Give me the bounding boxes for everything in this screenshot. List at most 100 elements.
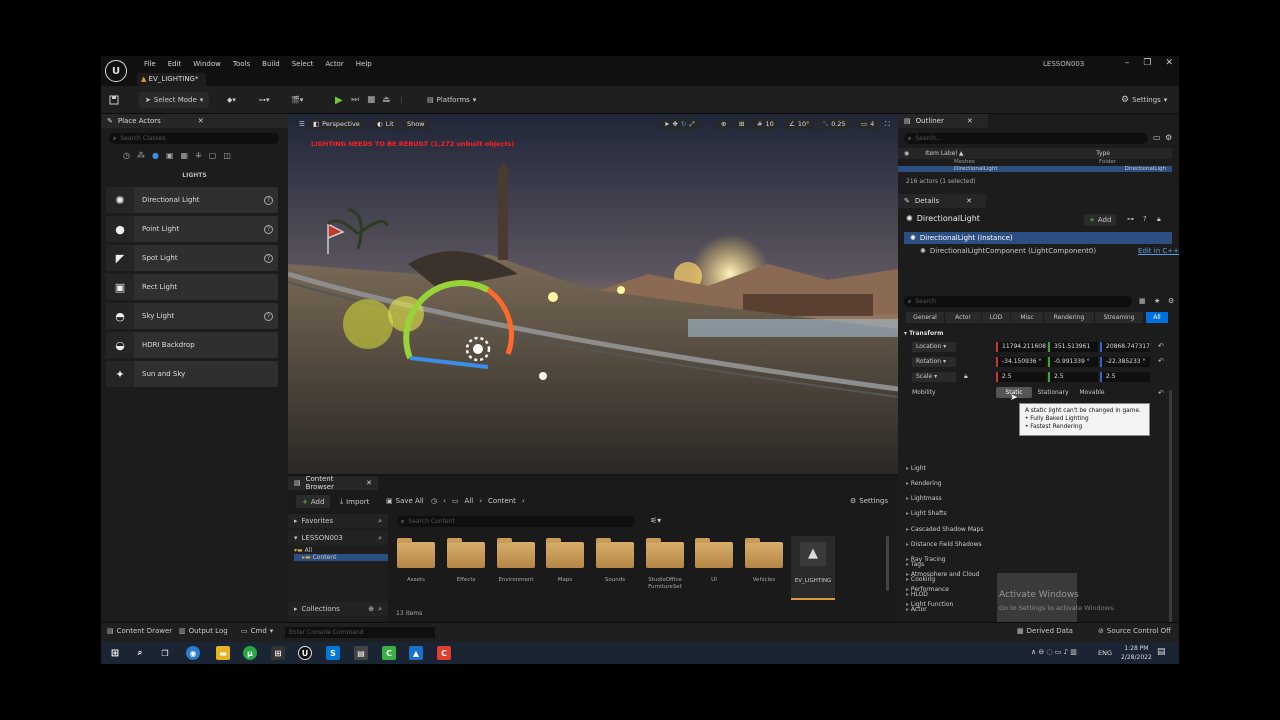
source-control-button[interactable]: ⊘ Source Control Off (1098, 627, 1171, 635)
folder-effects[interactable]: Effects (446, 538, 486, 584)
content-browser-tab[interactable]: ▤ Content Browser ✕ (288, 475, 378, 491)
file-explorer-icon[interactable]: ▬ (216, 646, 230, 660)
folder-maps[interactable]: Maps (545, 538, 585, 584)
cinematic-icon[interactable]: ▦ (181, 151, 189, 160)
category-distance-field-shadows[interactable]: Distance Field Shadows (906, 541, 982, 548)
move-tool-icon[interactable]: ✥ (672, 120, 677, 128)
maximize-viewport-icon[interactable]: ⛶ (880, 118, 895, 130)
close-tab-icon[interactable]: ✕ (366, 479, 372, 487)
menu-build[interactable]: Build (256, 58, 286, 70)
language-indicator[interactable]: ENG (1098, 649, 1112, 657)
browser-icon[interactable]: ◉ (186, 646, 200, 660)
actor-hdri-backdrop[interactable]: ◒ HDRI Backdrop (106, 332, 278, 358)
lock-icon[interactable]: 🔒︎ (964, 372, 968, 381)
category-light-shafts[interactable]: Light Shafts (906, 510, 947, 517)
lights-category-icon[interactable]: ● (152, 151, 159, 160)
windows-start-icon[interactable]: ⊞ (108, 646, 122, 660)
level-tab[interactable]: ▲ EV_LIGHTING* (137, 73, 207, 86)
perspective-button[interactable]: ◧ Perspective (308, 118, 365, 130)
favorites-header[interactable]: ▸ Favorites ⌕ (288, 514, 388, 528)
filter-misc[interactable]: Misc (1011, 312, 1043, 323)
stop-icon[interactable]: ■ (367, 92, 376, 108)
save-icon[interactable] (109, 92, 119, 108)
category-lightmass[interactable]: Lightmass (906, 495, 942, 502)
folder-ui[interactable]: UI (694, 538, 734, 584)
blueprint-icon[interactable]: ⊶ (1127, 215, 1134, 223)
scale-snap-button[interactable]: ⤡ 0.25 (818, 118, 851, 130)
filter-lod[interactable]: LOD (982, 312, 1010, 323)
filter-streaming[interactable]: Streaming (1095, 312, 1143, 323)
menu-help[interactable]: Help (350, 58, 378, 70)
help-icon[interactable]: ? (1143, 215, 1147, 223)
gear-icon[interactable]: ⚙ (1168, 297, 1174, 305)
search-icon[interactable]: ⌕ (378, 517, 382, 526)
reset-icon[interactable]: ↶ (1158, 389, 1164, 397)
level-viewport[interactable]: ☰ ◧ Perspective ◐ Lit Show ➤ ✥ ↻ ⤢ ⊕ ⊞ #10 ∠ 1… (288, 114, 898, 474)
category-light[interactable]: Light (906, 465, 926, 472)
details-search-input[interactable]: ⌕ Search (904, 296, 1132, 307)
unreal-logo-icon[interactable]: U (105, 60, 127, 82)
derived-data-button[interactable]: ▦ Derived Data (1017, 627, 1073, 635)
unreal-taskbar-icon[interactable]: U (298, 646, 312, 660)
help-icon[interactable]: ? (264, 195, 273, 205)
mobility-movable[interactable]: Movable (1074, 387, 1110, 398)
mobility-stationary[interactable]: Stationary (1032, 387, 1074, 398)
table-view-icon[interactable]: ▦ (1139, 297, 1146, 305)
search-icon[interactable]: ⌕ (133, 646, 147, 660)
maximize-button[interactable]: ❐ (1143, 58, 1151, 68)
scale-y-field[interactable]: 2.5 (1048, 372, 1098, 382)
help-icon[interactable]: ? (264, 253, 273, 263)
close-button[interactable]: ✕ (1165, 58, 1173, 68)
gear-icon[interactable]: ⚙ (1165, 133, 1172, 142)
shapes-icon[interactable]: ▣ (166, 151, 174, 160)
folder-studio-office[interactable]: StudioOffice FurnitureSet (645, 538, 685, 591)
system-tray-icons[interactable]: ∧ ⊖ ◌ ▭ ♪ ▥ (1031, 648, 1077, 656)
search-icon[interactable]: ⌕ (378, 605, 382, 614)
platforms-dropdown[interactable]: ▤ Platforms ▾ (427, 92, 476, 108)
settings-dropdown[interactable]: ⚙ Settings ▾ (1121, 92, 1167, 108)
location-y-field[interactable]: 351.513961 (1048, 342, 1098, 352)
visual-effects-icon[interactable]: ⁜ (195, 151, 202, 160)
cmd-dropdown[interactable]: ▭ Cmd ▾ (241, 627, 273, 635)
world-local-icon[interactable]: ⊕ (716, 118, 732, 130)
volumes-icon[interactable]: ▢ (209, 151, 217, 160)
scale-dropdown[interactable]: Scale ▾ (912, 372, 956, 382)
folder-sounds[interactable]: Sounds (595, 538, 635, 584)
category-actor[interactable]: Actor (906, 606, 927, 613)
cinematics-icon[interactable]: 🎬▾ (291, 92, 303, 108)
filter-rendering[interactable]: Rendering (1044, 312, 1094, 323)
star-icon[interactable]: ★ (1154, 297, 1160, 305)
back-icon[interactable]: ‹ (443, 497, 446, 505)
folder-vehicles[interactable]: Vehicles (744, 538, 784, 584)
rotation-z-field[interactable]: -22.385233 ° (1100, 357, 1150, 367)
outliner-tab[interactable]: ▤ Outliner ✕ (898, 114, 988, 128)
history-icon[interactable]: ◷ (431, 497, 437, 505)
select-mode-dropdown[interactable]: ➤ Select Mode ▾ (139, 92, 210, 108)
component-row[interactable]: ✺ DirectionalLightComponent (LightCompone… (920, 247, 1096, 255)
actor-rect-light[interactable]: ▣ Rect Light (106, 274, 278, 300)
surface-snap-icon[interactable]: ⊞ (734, 118, 750, 130)
tree-item-content[interactable]: ▸▬ Content (294, 554, 388, 561)
outliner-row-selected[interactable]: DirectionalLight DirectionalLigh (898, 166, 1172, 172)
actor-spot-light[interactable]: ◤ Spot Light ? (106, 245, 278, 271)
rotation-x-field[interactable]: -34.150936 ° (996, 357, 1046, 367)
rotation-snap-button[interactable]: ∠ 10° (784, 118, 815, 130)
scale-x-field[interactable]: 2.5 (996, 372, 1046, 382)
lit-button[interactable]: ◐ Lit (372, 118, 399, 130)
eject-icon[interactable]: ⏏ (382, 92, 391, 108)
rotate-tool-icon[interactable]: ↻ (681, 120, 686, 128)
reset-icon[interactable]: ↶ (1158, 342, 1164, 350)
details-tab[interactable]: ✎ Details ✕ (898, 194, 986, 208)
category-tags[interactable]: Tags (906, 561, 924, 568)
menu-select[interactable]: Select (286, 58, 320, 70)
location-z-field[interactable]: 20868.747317 (1100, 342, 1150, 352)
scale-z-field[interactable]: 2.5 (1100, 372, 1150, 382)
add-collection-icon[interactable]: ⊕ (368, 605, 374, 613)
place-actors-tab[interactable]: ✎ Place Actors ✕ (101, 114, 288, 128)
reset-icon[interactable]: ↶ (1158, 357, 1164, 365)
close-tab-icon[interactable]: ✕ (966, 197, 972, 205)
tool-app-icon[interactable]: ⊞ (271, 646, 285, 660)
actor-sky-light[interactable]: ◓ Sky Light ? (106, 303, 278, 329)
task-view-icon[interactable]: ❐ (158, 646, 172, 660)
skype-icon[interactable]: S (326, 646, 340, 660)
